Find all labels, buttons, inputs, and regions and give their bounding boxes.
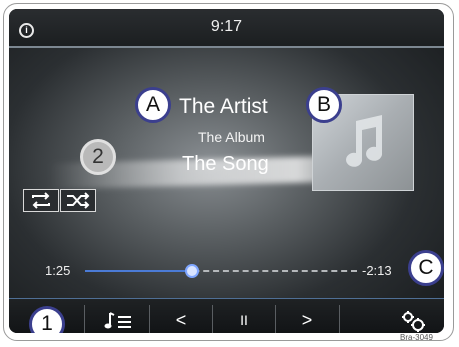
shuffle-button[interactable] <box>60 189 96 212</box>
progress-fill <box>85 270 192 272</box>
pause-button[interactable]: II <box>218 306 270 333</box>
callout-2: 2 <box>80 139 116 175</box>
separator <box>84 305 85 333</box>
figure-reference: Bra-3049 <box>400 333 433 342</box>
separator <box>212 305 213 333</box>
music-note-icon <box>346 115 383 167</box>
shuffle-icon <box>67 192 90 209</box>
repeat-icon <box>32 192 50 209</box>
album-name: The Album <box>198 129 265 145</box>
playlist-button[interactable] <box>93 306 145 333</box>
settings-icon <box>402 311 425 333</box>
next-button[interactable]: > <box>281 306 333 333</box>
elapsed-time: 1:25 <box>45 263 71 278</box>
separator <box>275 305 276 333</box>
remaining-time: -2:13 <box>362 263 392 278</box>
callout-b: B <box>306 87 342 123</box>
progress-knob[interactable] <box>185 264 200 278</box>
previous-button[interactable]: < <box>155 306 207 333</box>
callout-c: C <box>408 250 444 286</box>
repeat-button[interactable] <box>23 189 59 212</box>
settings-button[interactable] <box>393 306 433 333</box>
status-bar-divider <box>9 46 444 48</box>
next-icon: > <box>301 310 313 330</box>
previous-icon: < <box>175 310 187 330</box>
progress-row: 1:25 -2:13 <box>9 261 444 281</box>
callout-a: A <box>135 87 171 123</box>
separator <box>339 305 340 333</box>
playlist-icon <box>104 312 131 329</box>
separator <box>149 305 150 333</box>
song-title: The Song <box>182 153 269 175</box>
artist-name: The Artist <box>179 95 268 118</box>
clock: 9:17 <box>210 18 243 35</box>
media-screen: i 9:17 A B 2 The Artist The Album The So… <box>9 9 444 333</box>
pause-icon: II <box>240 312 248 328</box>
